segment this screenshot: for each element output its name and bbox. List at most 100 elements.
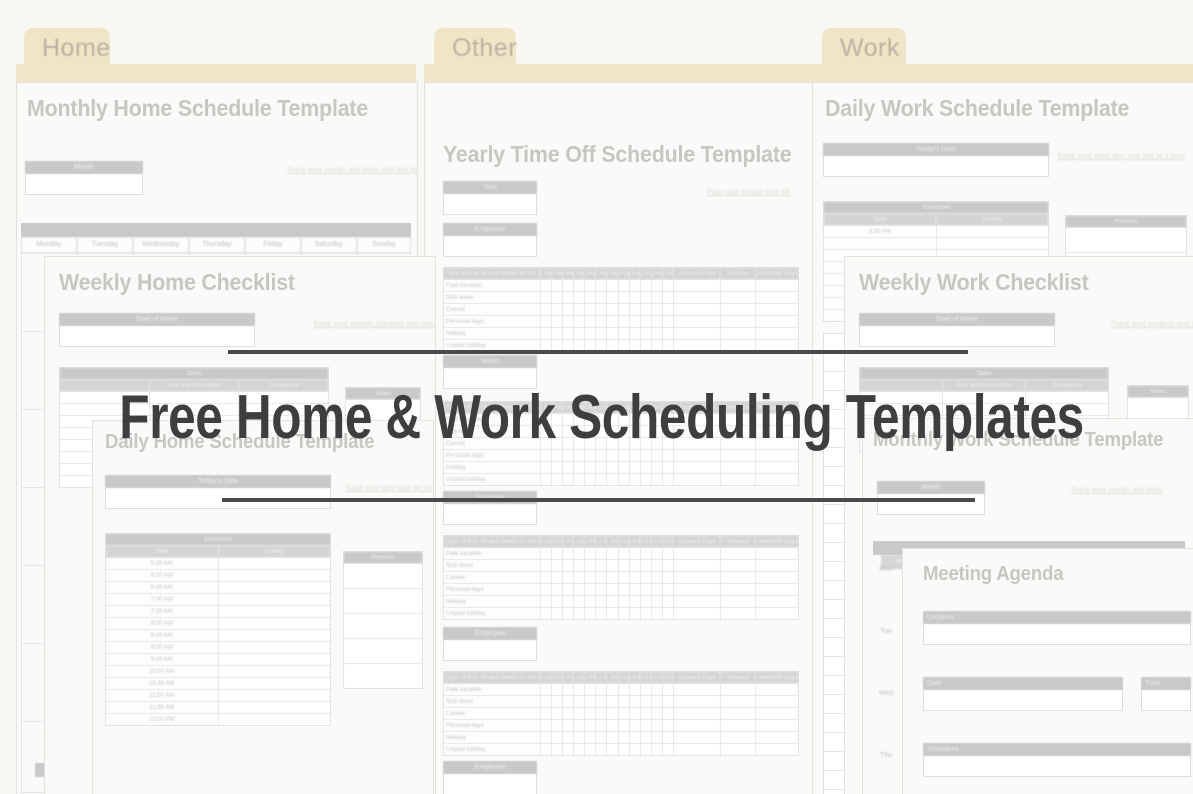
table-cell[interactable] — [617, 583, 630, 596]
table-cell[interactable] — [661, 315, 675, 328]
table-cell[interactable] — [755, 743, 799, 756]
table-cell[interactable] — [673, 327, 721, 340]
table-cell[interactable] — [755, 695, 799, 708]
table-cell[interactable] — [606, 731, 619, 744]
yearly-timeoff-hint-link[interactable]: Plan your annual time off — [707, 187, 790, 196]
table-cell[interactable] — [617, 461, 630, 474]
table-cell[interactable] — [573, 743, 586, 756]
table-cell[interactable] — [595, 327, 608, 340]
table-cell[interactable] — [606, 461, 619, 474]
table-cell[interactable] — [606, 327, 619, 340]
table-cell[interactable] — [639, 695, 652, 708]
table-cell[interactable] — [562, 607, 575, 620]
table-cell[interactable] — [539, 547, 553, 560]
table-cell[interactable] — [628, 279, 641, 292]
table-cell[interactable] — [343, 638, 423, 664]
table-cell[interactable] — [628, 291, 641, 304]
table-cell[interactable] — [755, 583, 799, 596]
tab-home[interactable]: Home — [24, 28, 110, 74]
table-cell[interactable] — [573, 595, 586, 608]
table-cell[interactable] — [606, 595, 619, 608]
table-cell[interactable] — [217, 653, 331, 666]
table-cell[interactable] — [673, 315, 721, 328]
table-cell[interactable] — [673, 571, 721, 584]
table-cell[interactable] — [661, 731, 675, 744]
table-cell[interactable] — [595, 559, 608, 572]
table-cell[interactable] — [628, 595, 641, 608]
table-cell[interactable] — [628, 695, 641, 708]
meeting-agenda-location-input[interactable] — [923, 624, 1191, 645]
table-cell[interactable] — [606, 607, 619, 620]
table-cell[interactable] — [661, 719, 675, 732]
table-cell[interactable] — [720, 291, 756, 304]
table-cell[interactable] — [617, 291, 630, 304]
table-cell[interactable] — [720, 695, 756, 708]
table-cell[interactable] — [539, 607, 553, 620]
table-cell[interactable] — [617, 607, 630, 620]
table-cell[interactable] — [595, 731, 608, 744]
table-cell[interactable] — [617, 279, 630, 292]
table-cell[interactable] — [539, 473, 553, 486]
table-cell[interactable] — [217, 605, 331, 618]
meeting-agenda-attendees-input[interactable] — [923, 756, 1191, 777]
table-cell[interactable] — [551, 327, 564, 340]
table-cell[interactable] — [217, 569, 331, 582]
table-cell[interactable] — [650, 473, 663, 486]
table-cell[interactable] — [650, 595, 663, 608]
table-cell[interactable] — [650, 571, 663, 584]
table-cell[interactable] — [650, 683, 663, 696]
table-cell[interactable] — [673, 743, 721, 756]
table-cell[interactable] — [562, 303, 575, 316]
table-cell[interactable] — [639, 719, 652, 732]
table-cell[interactable] — [673, 683, 721, 696]
table-cell[interactable] — [650, 327, 663, 340]
table-cell[interactable] — [661, 547, 675, 560]
table-cell[interactable] — [584, 559, 597, 572]
table-cell[interactable] — [720, 547, 756, 560]
table-cell[interactable] — [639, 547, 652, 560]
table-cell[interactable] — [628, 461, 641, 474]
table-cell[interactable] — [673, 707, 721, 720]
daily-work-hint-link[interactable]: Track your work day, one slot at a time — [1057, 151, 1185, 160]
table-cell[interactable] — [755, 327, 799, 340]
table-cell[interactable] — [661, 707, 675, 720]
table-cell[interactable] — [573, 707, 586, 720]
table-cell[interactable] — [606, 583, 619, 596]
table-cell[interactable] — [539, 595, 553, 608]
table-cell[interactable] — [562, 695, 575, 708]
table-cell[interactable] — [628, 473, 641, 486]
table-cell[interactable] — [755, 279, 799, 292]
table-cell[interactable] — [628, 683, 641, 696]
table-cell[interactable] — [673, 559, 721, 572]
table-cell[interactable] — [562, 595, 575, 608]
table-cell[interactable] — [539, 327, 553, 340]
table-cell[interactable] — [217, 689, 331, 702]
table-cell[interactable] — [639, 583, 652, 596]
table-cell[interactable] — [639, 291, 652, 304]
table-cell[interactable] — [617, 315, 630, 328]
table-cell[interactable] — [562, 461, 575, 474]
table-cell[interactable] — [673, 695, 721, 708]
table-cell[interactable] — [755, 571, 799, 584]
monthly-home-month-field[interactable]: Month — [25, 161, 143, 195]
table-cell[interactable] — [661, 743, 675, 756]
table-cell[interactable] — [720, 303, 756, 316]
table-cell[interactable] — [639, 743, 652, 756]
table-cell[interactable] — [650, 743, 663, 756]
table-cell[interactable] — [217, 629, 331, 642]
table-cell[interactable] — [584, 571, 597, 584]
table-cell[interactable] — [661, 583, 675, 596]
table-cell[interactable] — [617, 719, 630, 732]
table-cell[interactable] — [606, 707, 619, 720]
table-cell[interactable] — [628, 547, 641, 560]
table-cell[interactable] — [584, 719, 597, 732]
table-cell[interactable] — [606, 695, 619, 708]
table-cell[interactable] — [551, 595, 564, 608]
table-cell[interactable] — [755, 303, 799, 316]
table-cell[interactable] — [217, 701, 331, 714]
table-cell[interactable] — [628, 327, 641, 340]
table-cell[interactable] — [573, 303, 586, 316]
table-cell[interactable] — [584, 473, 597, 486]
table-cell[interactable] — [606, 571, 619, 584]
daily-home-date-field[interactable]: Today's Date — [105, 475, 331, 509]
